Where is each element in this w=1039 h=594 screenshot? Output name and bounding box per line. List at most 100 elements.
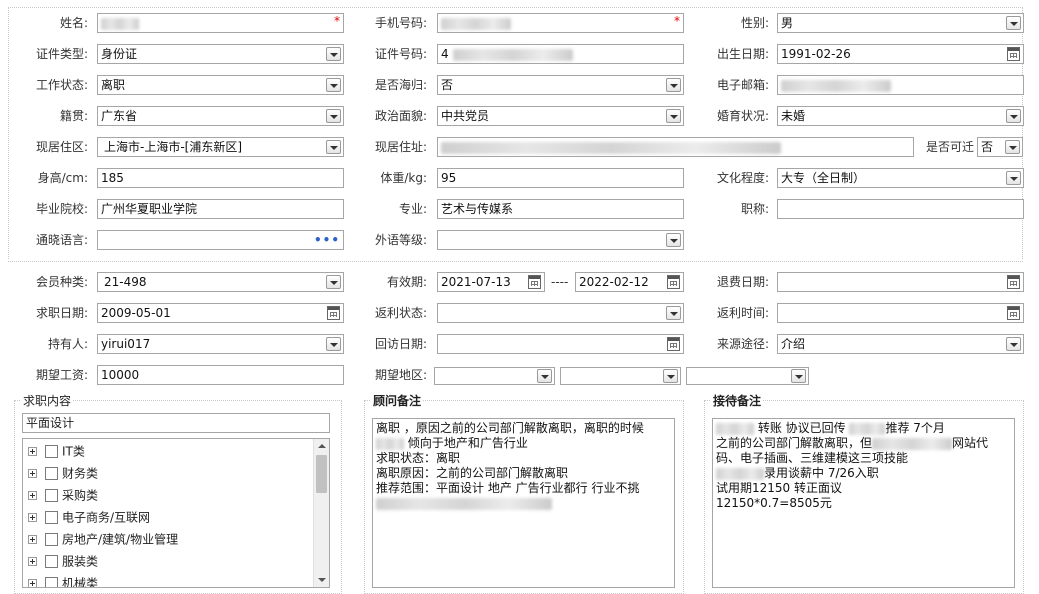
expand-icon[interactable] — [28, 491, 37, 500]
tree-item[interactable]: 财务类 — [28, 464, 98, 482]
rebate-status-select[interactable] — [437, 303, 684, 323]
gender-select[interactable]: 男 — [777, 13, 1024, 33]
refund-date-field[interactable] — [777, 272, 1024, 292]
returnee-select[interactable]: 否 — [437, 75, 684, 95]
tree-scrollbar[interactable] — [313, 439, 329, 587]
valid-from-value: 2021-07-13 — [441, 275, 511, 289]
reception-notes-textarea[interactable]: 转账 协议已回传 推荐 7个月 之前的公司部门解散离职，但 网站代 码、电子插画、… — [712, 418, 1015, 588]
chevron-down-icon[interactable] — [1006, 16, 1021, 30]
relocate-select[interactable]: 否 — [977, 137, 1023, 157]
political-select[interactable]: 中共党员 — [437, 106, 684, 126]
calendar-icon[interactable] — [1007, 47, 1020, 61]
chevron-down-icon[interactable] — [663, 369, 678, 383]
tree-item[interactable]: 房地产/建筑/物业管理 — [28, 530, 178, 548]
tree-item[interactable]: 服装类 — [28, 552, 98, 570]
expand-icon[interactable] — [28, 469, 37, 478]
id-type-select[interactable]: 身份证 — [97, 44, 344, 64]
tree-item[interactable]: 机械类 — [28, 574, 98, 587]
work-status-select[interactable]: 离职 — [97, 75, 344, 95]
chevron-down-icon[interactable] — [666, 78, 681, 92]
chevron-down-icon[interactable] — [666, 109, 681, 123]
marital-value: 未婚 — [781, 109, 806, 123]
birthday-field[interactable]: 1991-02-26 — [777, 44, 1024, 64]
major-field[interactable]: 艺术与传媒系 — [437, 199, 684, 219]
weight-field[interactable]: 95 — [437, 168, 684, 188]
name-field[interactable]: * — [97, 13, 344, 33]
visit-date-field[interactable] — [437, 334, 684, 354]
category-checkbox[interactable] — [45, 533, 58, 546]
chevron-down-icon[interactable] — [326, 47, 341, 61]
language-field[interactable]: ••• — [97, 230, 344, 250]
advisor-notes-textarea[interactable]: 离职 ，原因之前的公司部门解散离职，离职的时候 倾向于地产和广告行业 求职状态：… — [372, 418, 675, 588]
chevron-down-icon[interactable] — [666, 233, 681, 247]
chevron-down-icon[interactable] — [326, 78, 341, 92]
foreign-level-select[interactable] — [437, 230, 684, 250]
member-type-select[interactable]: 21-498 — [97, 272, 344, 292]
email-field[interactable] — [777, 75, 1024, 95]
scroll-thumb[interactable] — [316, 455, 327, 493]
chevron-down-icon[interactable] — [326, 337, 341, 351]
holder-select[interactable]: yirui017 — [97, 334, 344, 354]
chevron-down-icon[interactable] — [791, 369, 806, 383]
tree-item[interactable]: 电子商务/互联网 — [28, 508, 150, 526]
valid-to-field[interactable]: 2022-02-12 — [575, 272, 684, 292]
category-checkbox[interactable] — [45, 489, 58, 502]
calendar-icon[interactable] — [1007, 306, 1020, 320]
name-redacted — [101, 17, 139, 30]
rebate-time-field[interactable] — [777, 303, 1024, 323]
job-date-field[interactable]: 2009-05-01 — [97, 303, 344, 323]
native-place-select[interactable]: 广东省 — [97, 106, 344, 126]
chevron-down-icon[interactable] — [326, 140, 341, 154]
calendar-icon[interactable] — [1007, 275, 1020, 289]
redacted-text — [716, 467, 764, 480]
category-checkbox[interactable] — [45, 467, 58, 480]
marital-select[interactable]: 未婚 — [777, 106, 1024, 126]
more-icon[interactable]: ••• — [314, 231, 340, 249]
chevron-down-icon[interactable] — [1005, 140, 1020, 154]
calendar-icon[interactable] — [667, 337, 680, 351]
id-number-field[interactable]: 4 — [437, 44, 684, 64]
category-checkbox[interactable] — [45, 577, 58, 587]
expand-icon[interactable] — [28, 557, 37, 566]
region-district-select[interactable] — [686, 367, 809, 385]
phone-redacted — [441, 17, 511, 30]
phone-field[interactable]: * — [437, 13, 684, 33]
title-field[interactable] — [777, 199, 1024, 219]
residence-address-field[interactable] — [437, 137, 914, 157]
id-number-redacted — [452, 48, 573, 61]
school-field[interactable]: 广州华夏职业学院 — [97, 199, 344, 219]
expand-icon[interactable] — [28, 513, 37, 522]
chevron-down-icon[interactable] — [326, 109, 341, 123]
expand-icon[interactable] — [28, 447, 37, 456]
note-line: 录用谈薪中 7/26入职 — [716, 466, 1011, 481]
source-select[interactable]: 介绍 — [777, 334, 1024, 354]
category-checkbox[interactable] — [45, 555, 58, 568]
expand-icon[interactable] — [28, 535, 37, 544]
expand-icon[interactable] — [28, 579, 37, 587]
category-checkbox[interactable] — [45, 511, 58, 524]
job-search-value: 平面设计 — [26, 416, 75, 430]
chevron-down-icon[interactable] — [537, 369, 552, 383]
calendar-icon[interactable] — [327, 306, 340, 320]
chevron-down-icon[interactable] — [326, 275, 341, 289]
calendar-icon[interactable] — [528, 275, 541, 289]
scroll-down-icon[interactable] — [318, 578, 326, 582]
tree-item[interactable]: IT类 — [28, 442, 85, 460]
valid-from-field[interactable]: 2021-07-13 — [437, 272, 545, 292]
chevron-down-icon[interactable] — [1006, 171, 1021, 185]
job-search-input[interactable]: 平面设计 — [22, 413, 330, 433]
note-line: 转账 协议已回传 推荐 7个月 — [716, 421, 1011, 436]
height-field[interactable]: 185 — [97, 168, 344, 188]
chevron-down-icon[interactable] — [1006, 337, 1021, 351]
chevron-down-icon[interactable] — [1006, 109, 1021, 123]
salary-field[interactable]: 10000 — [97, 365, 344, 385]
region-province-select[interactable] — [434, 367, 555, 385]
region-city-select[interactable] — [560, 367, 681, 385]
scroll-up-icon[interactable] — [318, 444, 326, 448]
education-select[interactable]: 大专（全日制） — [777, 168, 1024, 188]
category-checkbox[interactable] — [45, 445, 58, 458]
calendar-icon[interactable] — [667, 275, 680, 289]
chevron-down-icon[interactable] — [666, 306, 681, 320]
tree-item[interactable]: 采购类 — [28, 486, 98, 504]
residence-area-select[interactable]: 上海市-上海市-[浦东新区] — [97, 137, 344, 157]
